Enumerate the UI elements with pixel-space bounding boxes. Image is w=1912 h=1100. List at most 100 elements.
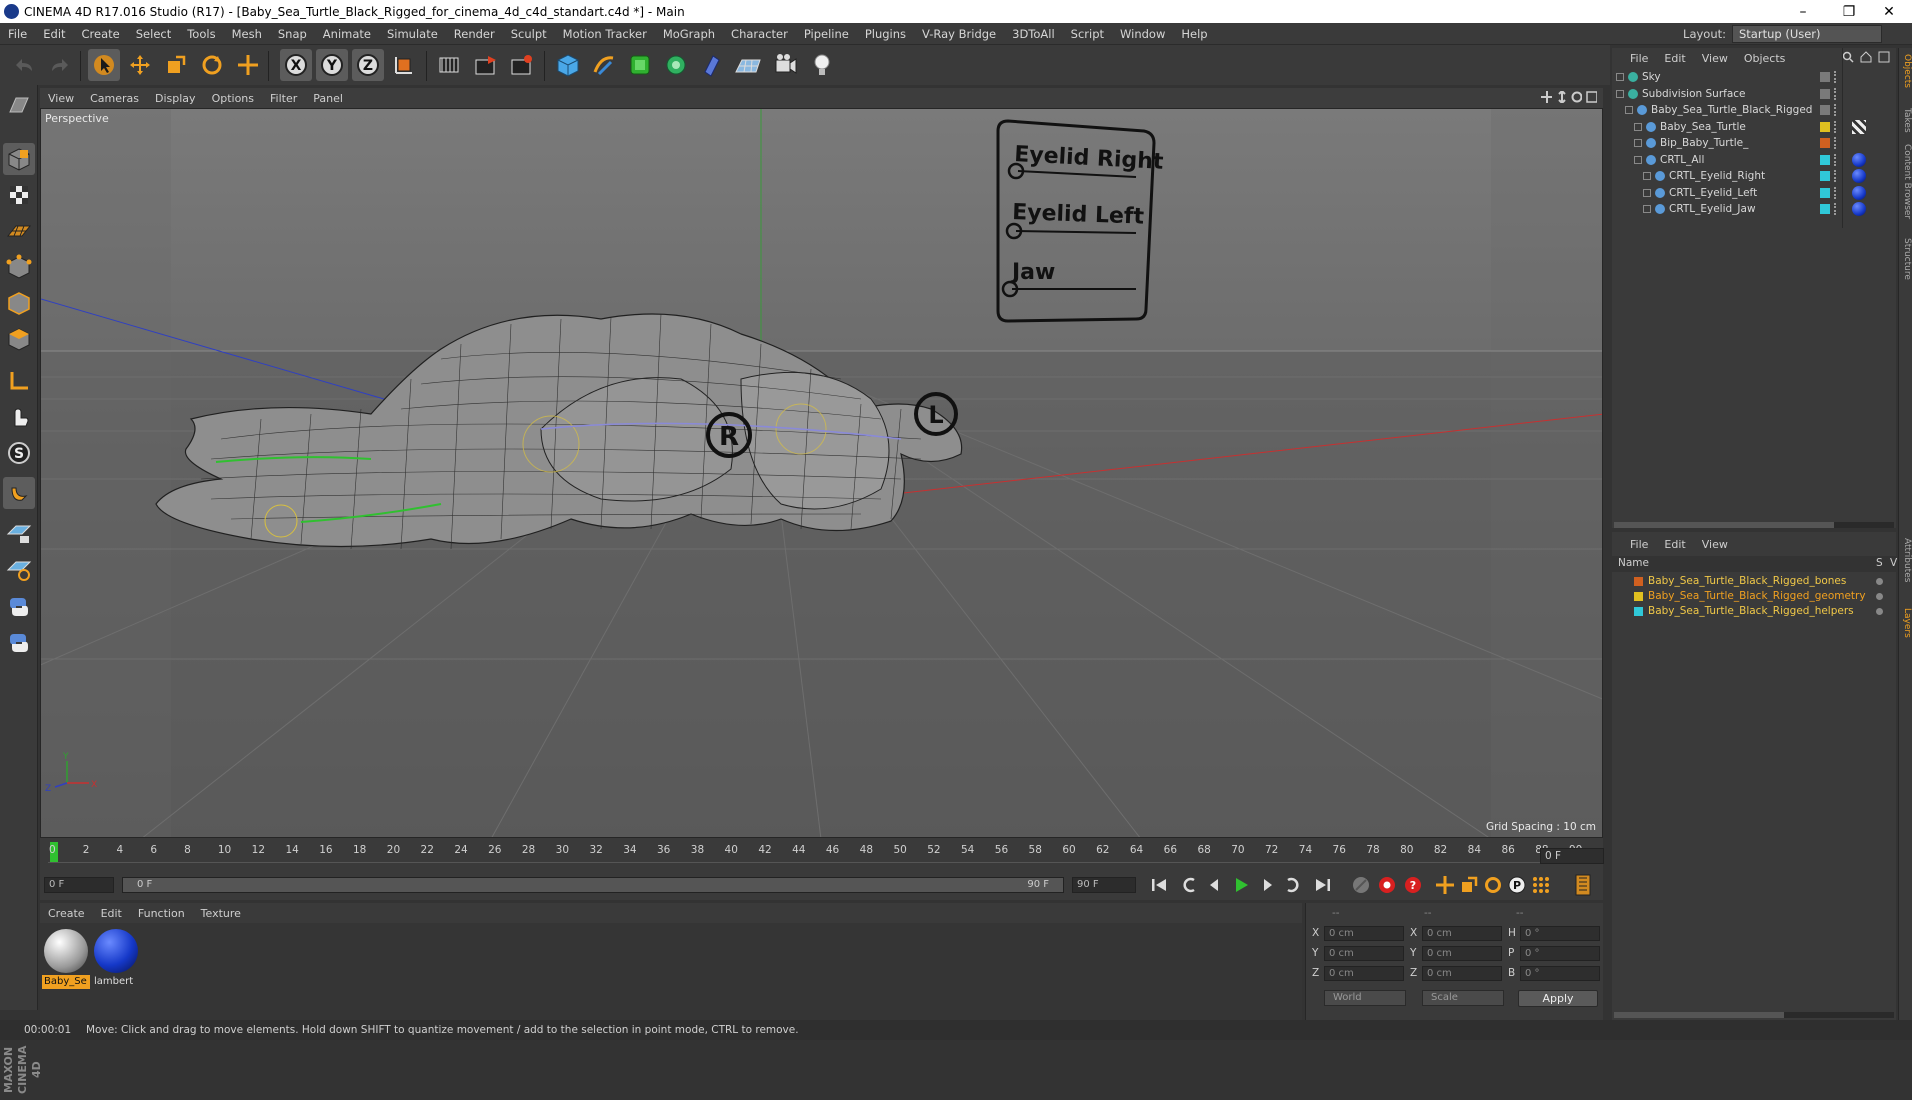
layout-dropdown[interactable]: Startup (User) <box>1732 25 1882 43</box>
key-pla-icon[interactable] <box>1530 874 1552 896</box>
3d-viewport[interactable]: R L Eyelid Right Eyelid Left Jaw Y X Z P… <box>40 108 1603 838</box>
undo-icon[interactable] <box>8 49 40 81</box>
expand-toggle[interactable] <box>1625 106 1633 114</box>
go-to-start-icon[interactable] <box>1148 874 1170 896</box>
visibility-dots-icon[interactable] <box>1834 203 1838 215</box>
menu-pipeline[interactable]: Pipeline <box>796 27 857 41</box>
key-position-icon[interactable] <box>1434 874 1456 896</box>
timeline-ruler[interactable]: 0 2 4 6 8 10 12 14 16 18 20 22 24 26 28 30 32 34 36 38 40 42 4… <box>40 838 1603 870</box>
close-button[interactable]: ✕ <box>1866 0 1912 23</box>
position-z-field[interactable]: 0 cm <box>1324 966 1404 981</box>
expand-toggle[interactable] <box>1616 89 1624 98</box>
menu-edit[interactable]: Edit <box>35 27 73 41</box>
current-frame-field[interactable]: 0 F <box>1540 848 1604 864</box>
tab-objects[interactable]: Objects <box>1900 54 1912 88</box>
menu-script[interactable]: Script <box>1063 27 1112 41</box>
y-axis-icon[interactable]: Y <box>316 49 348 81</box>
model-mode-icon[interactable] <box>3 143 35 175</box>
menu-sculpt[interactable]: Sculpt <box>503 27 555 41</box>
expand-toggle[interactable] <box>1634 122 1642 131</box>
key-scale-icon[interactable] <box>1458 874 1480 896</box>
objects-menu-objects[interactable]: Objects <box>1736 52 1794 65</box>
menu-create[interactable]: Create <box>74 27 128 41</box>
material-tag-icon[interactable] <box>1852 152 1866 167</box>
viewport-menu-cameras[interactable]: Cameras <box>82 92 147 105</box>
material-baby-sea-turtle[interactable]: Baby_Se <box>42 927 90 989</box>
objects-menu-view[interactable]: View <box>1694 52 1736 65</box>
floor-scene-icon[interactable] <box>732 49 764 81</box>
pan-icon[interactable] <box>1541 91 1552 103</box>
facial-control-board[interactable]: Eyelid Right Eyelid Left Jaw <box>996 119 1164 323</box>
new-window-icon[interactable] <box>1878 51 1890 63</box>
layer-color-swatch[interactable] <box>1820 105 1830 115</box>
visibility-dots-icon[interactable] <box>1834 153 1838 166</box>
material-lambert[interactable]: lambert <box>92 927 140 987</box>
material-menu-function[interactable]: Function <box>130 907 193 920</box>
menu-vray-bridge[interactable]: V-Ray Bridge <box>914 27 1004 41</box>
viewport-menu-options[interactable]: Options <box>204 92 262 105</box>
python-script-icon[interactable] <box>3 627 35 659</box>
layer-color-swatch[interactable] <box>1820 138 1830 148</box>
autokeying-icon[interactable] <box>1376 874 1398 896</box>
material-menu-edit[interactable]: Edit <box>93 907 130 920</box>
key-rotation-icon[interactable] <box>1482 874 1504 896</box>
texture-mode-icon[interactable] <box>3 179 35 211</box>
subdivision-surface-icon[interactable] <box>624 49 656 81</box>
select-cursor-icon[interactable] <box>88 49 120 81</box>
layer-row[interactable]: Baby_Sea_Turtle_Black_Rigged_bones <box>1612 574 1896 589</box>
axis-mode-icon[interactable] <box>3 365 35 397</box>
menu-character[interactable]: Character <box>723 27 796 41</box>
layer-color-swatch[interactable] <box>1634 592 1643 601</box>
layer-row[interactable]: Baby_Sea_Turtle_Black_Rigged_helpers <box>1612 604 1896 619</box>
position-y-field[interactable]: 0 cm <box>1324 946 1404 961</box>
rotation-h-field[interactable]: 0 ° <box>1520 926 1600 941</box>
viewport-menu-panel[interactable]: Panel <box>305 92 351 105</box>
magnet-icon[interactable] <box>3 477 35 509</box>
visibility-dots-icon[interactable] <box>1834 87 1838 100</box>
tab-attributes[interactable]: Attributes <box>1900 538 1912 582</box>
rotation-p-field[interactable]: 0 ° <box>1520 946 1600 961</box>
menu-animate[interactable]: Animate <box>315 27 379 41</box>
object-row[interactable]: CRTL_Eyelid_Jaw <box>1612 200 1896 220</box>
objects-search-tools[interactable] <box>1842 51 1890 63</box>
rotate-icon[interactable] <box>196 49 228 81</box>
edges-mode-icon[interactable] <box>3 287 35 319</box>
layer-color-swatch[interactable] <box>1820 171 1830 181</box>
frame-range-slider[interactable]: 0 F 90 F <box>122 877 1064 893</box>
next-keyframe-icon[interactable] <box>1282 874 1304 896</box>
layers-menu-edit[interactable]: Edit <box>1656 538 1693 551</box>
material-menu-create[interactable]: Create <box>40 907 93 920</box>
menu-3dtoall[interactable]: 3DToAll <box>1004 27 1063 41</box>
previous-keyframe-icon[interactable] <box>1178 874 1200 896</box>
cube-primitive-icon[interactable] <box>552 49 584 81</box>
snapping-icon[interactable]: S <box>3 437 35 469</box>
layer-color-swatch[interactable] <box>1820 154 1830 165</box>
viewport-menu-view[interactable]: View <box>40 92 82 105</box>
expand-toggle[interactable] <box>1643 205 1651 213</box>
camera-icon[interactable] <box>770 49 802 81</box>
start-frame-field[interactable]: 0 F <box>44 877 114 893</box>
size-z-field[interactable]: 0 cm <box>1422 966 1502 981</box>
python-icon[interactable] <box>3 591 35 623</box>
objects-horizontal-scrollbar[interactable] <box>1614 522 1894 528</box>
material-tag-icon[interactable] <box>1852 202 1866 216</box>
layer-row[interactable]: Baby_Sea_Turtle_Black_Rigged_geometry <box>1612 589 1896 604</box>
light-icon[interactable] <box>806 49 838 81</box>
viewport-menu-filter[interactable]: Filter <box>262 92 305 105</box>
dolly-icon[interactable] <box>1556 91 1567 103</box>
tab-takes[interactable]: Takes <box>1900 108 1912 133</box>
expand-toggle[interactable] <box>1643 188 1651 197</box>
layer-color-swatch[interactable] <box>1820 187 1830 198</box>
layer-color-swatch[interactable] <box>1634 607 1643 616</box>
deformer-icon[interactable] <box>696 49 728 81</box>
render-view-icon[interactable] <box>434 49 466 81</box>
tab-content-browser[interactable]: Content Browser <box>1900 144 1912 219</box>
layers-menu-file[interactable]: File <box>1612 538 1656 551</box>
key-parameter-icon[interactable]: P <box>1506 874 1528 896</box>
layers-menu-view[interactable]: View <box>1694 538 1736 551</box>
coordinate-system-icon[interactable] <box>388 49 420 81</box>
search-icon[interactable] <box>1842 51 1854 63</box>
layer-solo-toggle[interactable] <box>1876 608 1883 615</box>
objects-menu-file[interactable]: File <box>1612 52 1656 65</box>
timeline-window-icon[interactable] <box>1572 874 1594 896</box>
